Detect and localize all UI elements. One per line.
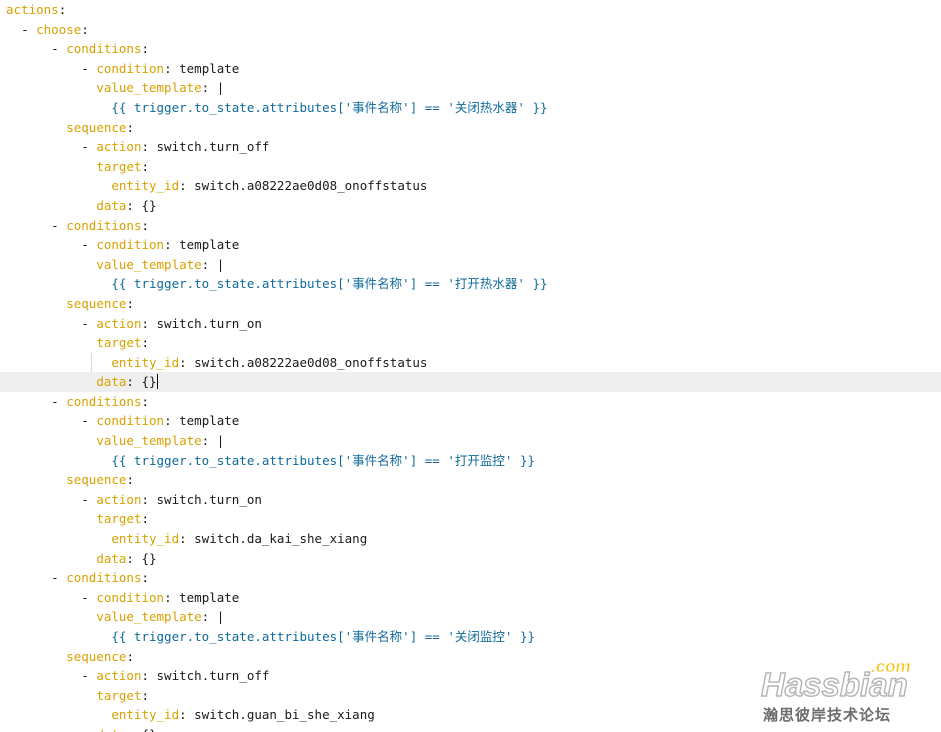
yaml-key: entity_id: [111, 354, 180, 370]
code-line[interactable]: {{ trigger.to_state.attributes['事件名称'] =…: [0, 274, 941, 294]
yaml-key: target: [96, 335, 142, 351]
code-line[interactable]: - conditions:: [0, 568, 941, 588]
code-line[interactable]: target:: [0, 333, 941, 353]
yaml-key: actions: [6, 2, 59, 17]
code-line[interactable]: - condition: template: [0, 411, 941, 431]
yaml-key: conditions: [66, 393, 142, 409]
yaml-key: action: [96, 315, 142, 331]
forum-caption: 瀚思彼岸技术论坛: [763, 706, 892, 724]
code-line[interactable]: target:: [0, 509, 941, 529]
code-lines[interactable]: actions: - choose: - conditions: - condi…: [0, 0, 941, 732]
text-cursor: [156, 374, 158, 390]
yaml-key: data: [96, 550, 127, 566]
code-line[interactable]: - condition: template: [0, 59, 941, 79]
yaml-key: value_template: [96, 433, 202, 449]
yaml-key: target: [96, 158, 142, 174]
code-line[interactable]: value_template: |: [0, 255, 941, 275]
code-line[interactable]: - action: switch.turn_on: [0, 490, 941, 510]
code-line[interactable]: entity_id: switch.a08222ae0d08_onoffstat…: [0, 176, 941, 196]
yaml-key: condition: [96, 413, 165, 429]
yaml-key: sequence: [66, 472, 127, 488]
yaml-key: sequence: [66, 295, 127, 311]
yaml-key: action: [96, 668, 142, 684]
code-line[interactable]: - action: switch.turn_off: [0, 137, 941, 157]
code-line-current[interactable]: data: {}: [0, 372, 941, 392]
code-line[interactable]: entity_id: switch.da_kai_she_xiang: [0, 529, 941, 549]
code-line[interactable]: - choose:: [0, 20, 941, 40]
code-line[interactable]: value_template: |: [0, 78, 941, 98]
code-line[interactable]: target:: [0, 157, 941, 177]
code-line[interactable]: - action: switch.turn_on: [0, 314, 941, 334]
yaml-key: target: [96, 687, 142, 703]
yaml-key: conditions: [66, 570, 142, 586]
code-line[interactable]: - condition: template: [0, 588, 941, 608]
code-line[interactable]: data: {}: [0, 549, 941, 569]
yaml-key: data: [96, 197, 127, 213]
code-line[interactable]: data: {}: [0, 196, 941, 216]
indent-guide: [91, 352, 92, 373]
yaml-key: entity_id: [111, 531, 180, 547]
code-line[interactable]: value_template: |: [0, 607, 941, 627]
yaml-key: conditions: [66, 217, 142, 233]
yaml-key: entity_id: [111, 178, 180, 194]
code-line[interactable]: actions:: [0, 0, 941, 20]
code-line[interactable]: - condition: template: [0, 235, 941, 255]
yaml-key: condition: [96, 237, 165, 253]
yaml-key: target: [96, 511, 142, 527]
hassbian-logo: .com Hassbian: [760, 657, 911, 702]
code-line[interactable]: value_template: |: [0, 431, 941, 451]
yaml-key: entity_id: [111, 707, 180, 723]
yaml-key: choose: [36, 21, 82, 37]
hassbian-watermark: .com Hassbian 瀚思彼岸技术论坛: [759, 656, 919, 726]
yaml-key: value_template: [96, 256, 202, 272]
yaml-key: value_template: [96, 80, 202, 96]
code-line[interactable]: - conditions:: [0, 39, 941, 59]
yaml-key: sequence: [66, 648, 127, 664]
code-line[interactable]: - conditions:: [0, 392, 941, 412]
code-line[interactable]: {{ trigger.to_state.attributes['事件名称'] =…: [0, 451, 941, 471]
yaml-key: condition: [96, 589, 165, 605]
code-line[interactable]: sequence:: [0, 294, 941, 314]
yaml-key: conditions: [66, 41, 142, 57]
yaml-key: data: [96, 374, 127, 390]
yaml-code-editor[interactable]: actions: - choose: - conditions: - condi…: [0, 0, 941, 732]
code-line[interactable]: entity_id: switch.a08222ae0d08_onoffstat…: [0, 352, 941, 373]
yaml-key: value_template: [96, 609, 202, 625]
yaml-key: data: [96, 727, 126, 732]
code-line[interactable]: {{ trigger.to_state.attributes['事件名称'] =…: [0, 98, 941, 118]
code-line[interactable]: sequence:: [0, 470, 941, 490]
yaml-key: action: [96, 491, 142, 507]
yaml-key: action: [96, 139, 142, 155]
yaml-key: condition: [96, 60, 165, 76]
logo-text: Hassbian: [761, 666, 908, 702]
code-line[interactable]: - conditions:: [0, 216, 941, 236]
code-line[interactable]: {{ trigger.to_state.attributes['事件名称'] =…: [0, 627, 941, 647]
yaml-key: sequence: [66, 119, 127, 135]
code-line[interactable]: sequence:: [0, 118, 941, 138]
code-line[interactable]: data: {}: [0, 725, 941, 732]
